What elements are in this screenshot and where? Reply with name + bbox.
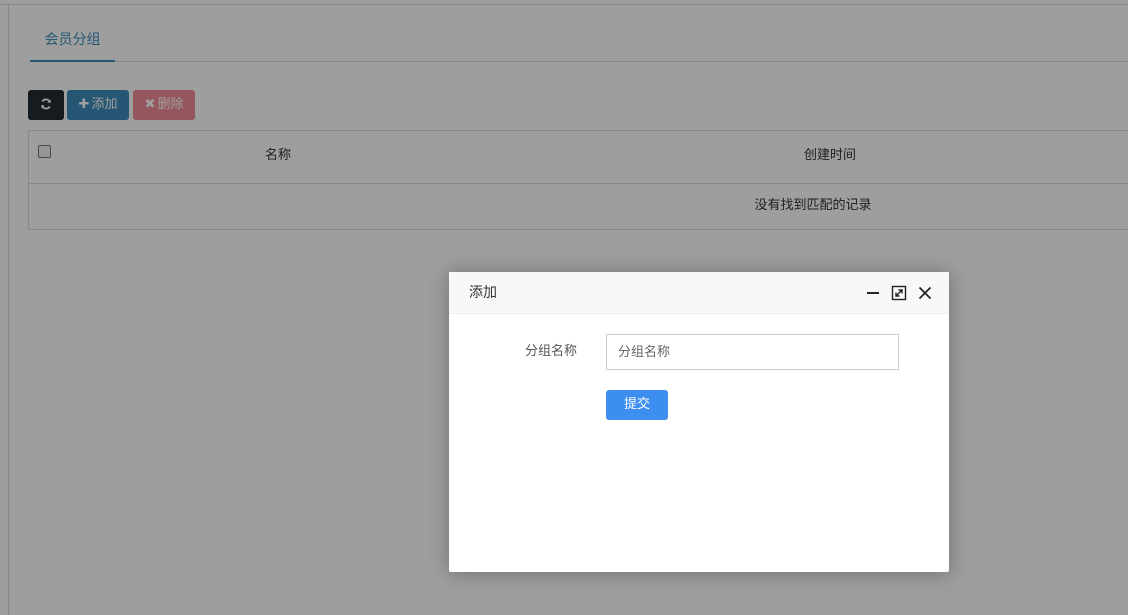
maximize-button[interactable] — [891, 285, 907, 301]
close-icon — [918, 286, 932, 300]
maximize-icon — [891, 285, 907, 301]
dialog-header: 添加 — [449, 272, 949, 314]
minimize-button[interactable] — [865, 285, 881, 301]
group-name-label: 分组名称 — [524, 344, 577, 359]
group-name-input[interactable] — [606, 334, 899, 370]
minimize-icon — [867, 292, 879, 294]
dialog-title: 添加 — [469, 285, 497, 301]
submit-button[interactable]: 提交 — [606, 390, 668, 420]
close-button[interactable] — [917, 285, 933, 301]
add-dialog: 添加 分组名称 提交 — [449, 272, 949, 572]
